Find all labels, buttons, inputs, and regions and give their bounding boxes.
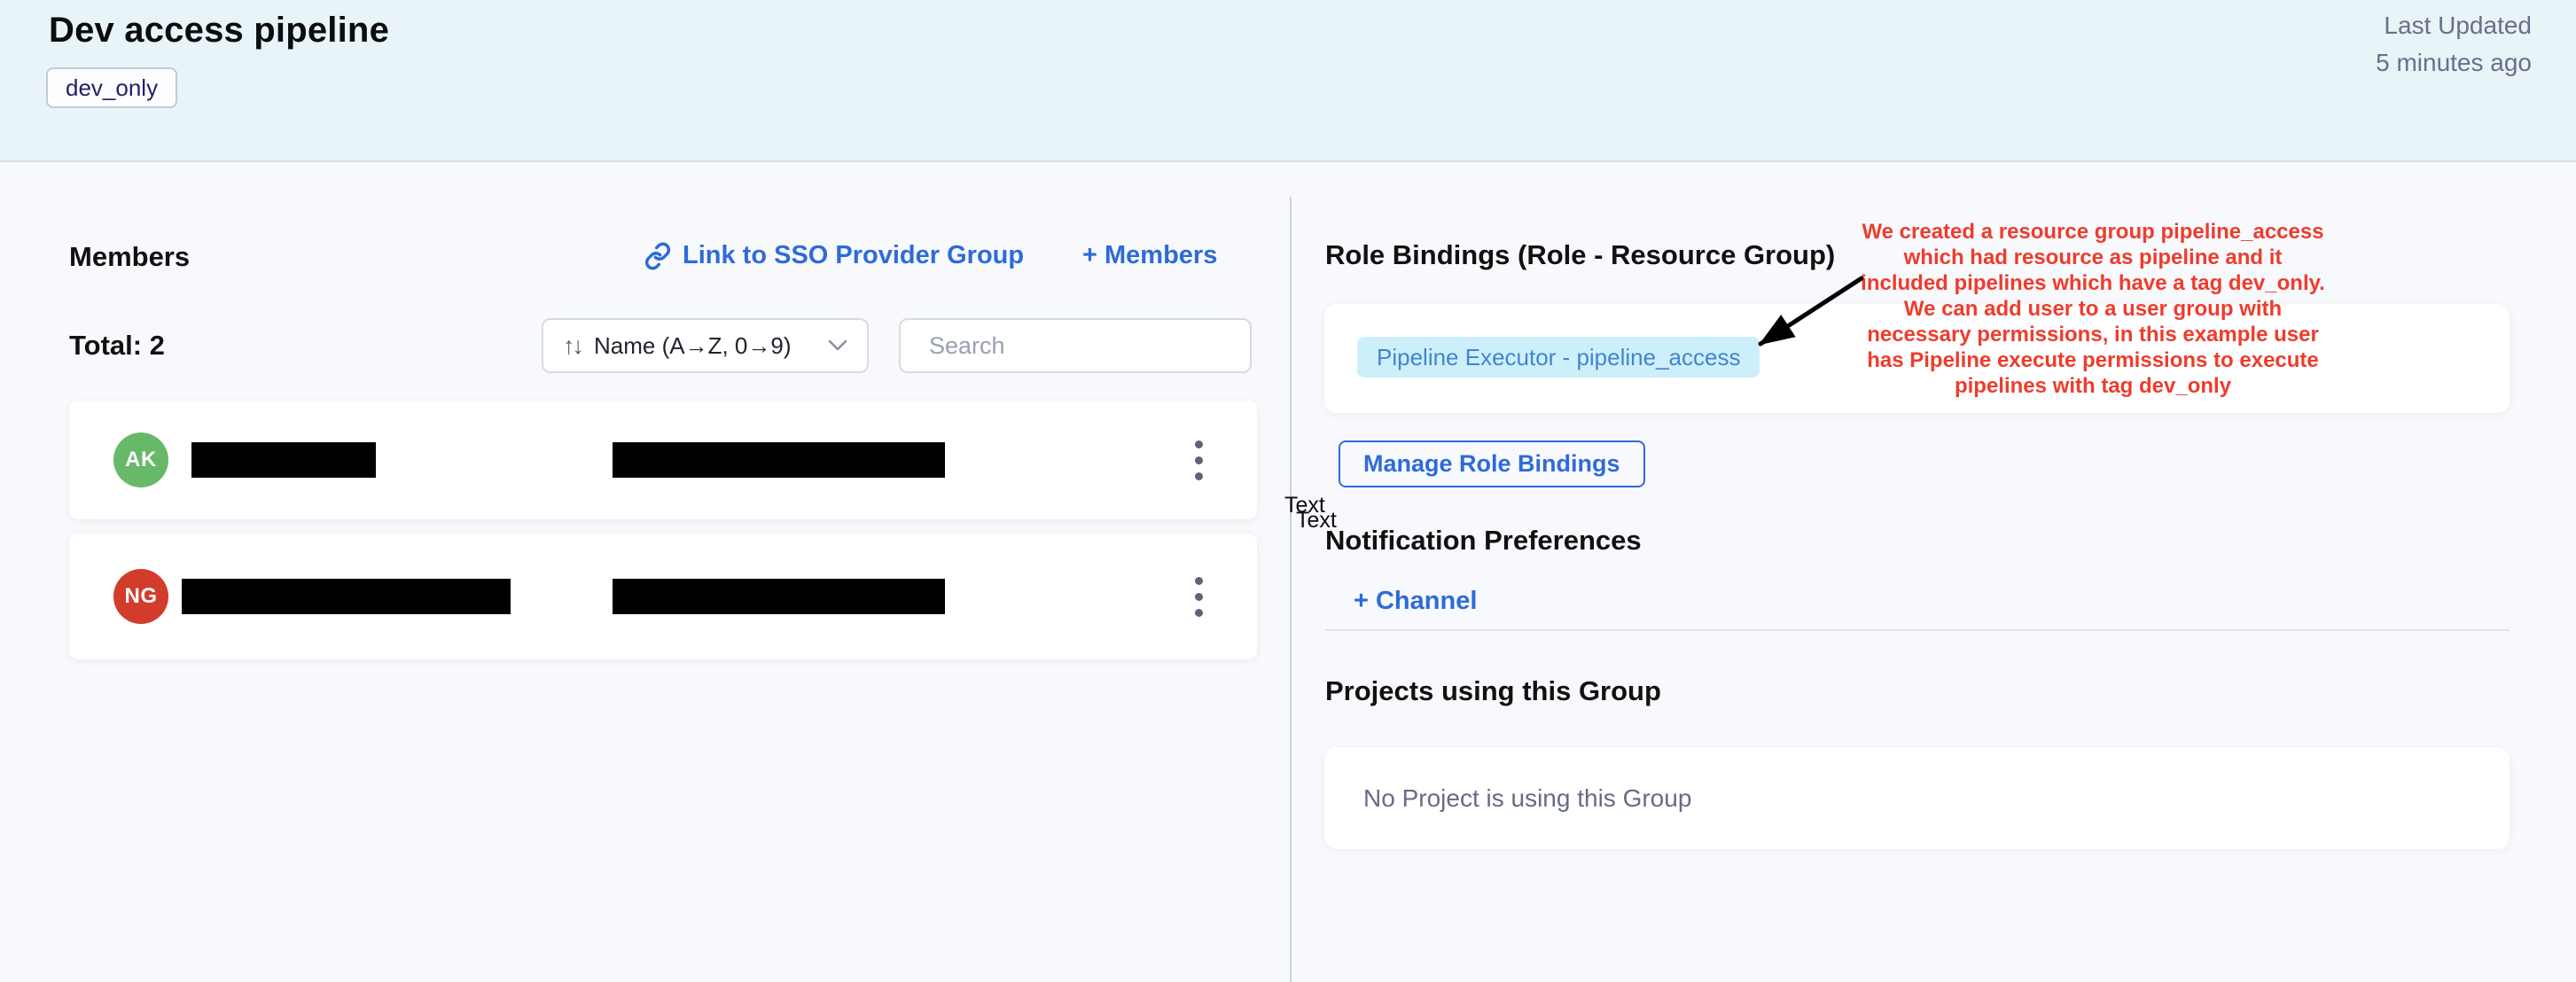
projects-empty-message: No Project is using this Group xyxy=(1363,784,1691,813)
panel-divider xyxy=(1290,197,1292,982)
last-updated-label: Last Updated xyxy=(2376,7,2532,44)
annotation-line: We can add user to a user group with xyxy=(1844,296,2342,322)
redacted-member-name xyxy=(182,579,511,614)
section-divider xyxy=(1325,629,2510,631)
sort-order-icon: ↑↓ xyxy=(563,332,582,360)
annotation-arrow-icon xyxy=(1729,264,1879,363)
link-to-sso-provider-group-button[interactable]: Link to SSO Provider Group xyxy=(644,241,1024,270)
member-row[interactable]: NG xyxy=(69,534,1257,659)
projects-card: No Project is using this Group xyxy=(1324,747,2510,849)
members-total: Total: 2 xyxy=(69,330,165,362)
annotation-line: We created a resource group pipeline_acc… xyxy=(1844,219,2342,245)
search-input[interactable] xyxy=(929,332,1243,360)
annotation-note: We created a resource group pipeline_acc… xyxy=(1844,219,2342,399)
member-options-kebab-icon[interactable] xyxy=(1179,568,1218,625)
last-updated-value: 5 minutes ago xyxy=(2376,44,2532,82)
member-options-kebab-icon[interactable] xyxy=(1179,432,1218,488)
annotation-line: included pipelines which have a tag dev_… xyxy=(1844,270,2342,296)
redacted-member-name xyxy=(191,442,376,478)
member-avatar: NG xyxy=(113,569,168,624)
chevron-down-icon xyxy=(828,339,847,352)
group-tag: dev_only xyxy=(46,67,177,108)
members-heading: Members xyxy=(69,241,190,273)
link-icon xyxy=(644,242,672,270)
annotation-line: which had resource as pipeline and it xyxy=(1844,245,2342,270)
page-title: Dev access pipeline xyxy=(49,11,389,51)
member-row[interactable]: AK xyxy=(69,401,1257,519)
sort-dropdown-value: Name (A→Z, 0→9) xyxy=(594,332,816,360)
last-updated: Last Updated 5 minutes ago xyxy=(2376,7,2532,82)
add-members-button[interactable]: + Members xyxy=(1082,241,1217,270)
redacted-member-email xyxy=(613,579,945,614)
page-header: Dev access pipeline dev_only Last Update… xyxy=(0,0,2576,162)
manage-role-bindings-button[interactable]: Manage Role Bindings xyxy=(1339,440,1645,487)
redacted-member-email xyxy=(613,442,945,478)
notification-preferences-heading: Notification Preferences xyxy=(1325,525,1642,557)
annotation-line: pipelines with tag dev_only xyxy=(1844,373,2342,399)
sort-dropdown[interactable]: ↑↓ Name (A→Z, 0→9) xyxy=(542,318,869,373)
member-avatar: AK xyxy=(113,433,168,487)
add-channel-button[interactable]: + Channel xyxy=(1354,587,1477,616)
role-binding-chip[interactable]: Pipeline Executor - pipeline_access xyxy=(1357,337,1760,378)
annotation-line: has Pipeline execute permissions to exec… xyxy=(1844,347,2342,373)
annotation-line: necessary permissions, in this example u… xyxy=(1844,322,2342,347)
search-input-wrapper xyxy=(899,318,1252,373)
sso-link-label: Link to SSO Provider Group xyxy=(683,241,1024,270)
projects-heading: Projects using this Group xyxy=(1325,675,1661,707)
